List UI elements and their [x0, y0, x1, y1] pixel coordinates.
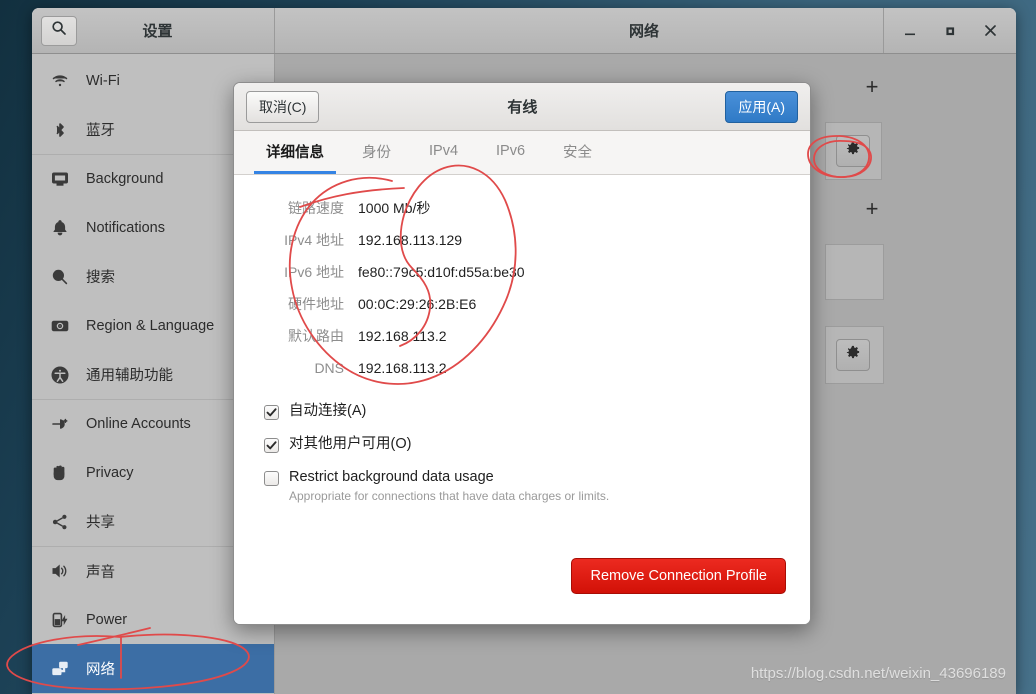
titlebar: 设置 网络 — [32, 8, 1016, 54]
close-icon — [983, 23, 998, 38]
detail-value: 192.168.113.129 — [358, 232, 463, 248]
maximize-icon — [943, 24, 957, 38]
titlebar-left: 设置 — [32, 8, 275, 53]
share-icon — [50, 512, 70, 532]
online-accounts-icon — [50, 414, 70, 434]
battery-icon — [50, 610, 70, 630]
titlebar-right: 网络 — [275, 8, 1016, 53]
add-connection-row-2: + — [859, 196, 885, 222]
search-icon — [51, 20, 67, 41]
sidebar-item-label: Background — [86, 171, 164, 187]
auto-connect-label: 自动连接(A) — [289, 403, 367, 419]
detail-label: 默认路由 — [288, 328, 344, 344]
gear-icon — [845, 141, 861, 162]
tab-details[interactable]: 详细信息 — [254, 131, 336, 174]
available-to-others-label: 对其他用户可用(O) — [289, 436, 412, 452]
network-icon — [50, 659, 70, 679]
sidebar-item-label: 网络 — [86, 662, 115, 678]
detail-label: IPv4 地址 — [284, 232, 344, 248]
search-button[interactable] — [41, 15, 77, 46]
accessibility-icon — [50, 365, 70, 385]
sidebar-item-label: Online Accounts — [86, 416, 191, 432]
sidebar-item-label: Wi-Fi — [86, 72, 120, 89]
search-icon — [50, 267, 70, 287]
detail-label: DNS — [314, 360, 344, 376]
gear-icon — [845, 345, 861, 366]
auto-connect-checkbox[interactable] — [264, 405, 279, 420]
sidebar-item-label: Privacy — [86, 464, 134, 481]
sidebar-item-label: Power — [86, 611, 128, 628]
detail-value: 00:0C:29:26:2B:E6 — [358, 296, 477, 312]
monitor-icon — [50, 169, 70, 189]
connection-details: 链路速度 1000 Mb/秒 IPv4 地址 192.168.113.129 I… — [264, 197, 780, 379]
detail-value: fe80::79c5:d10f:d55a:be30 — [358, 264, 525, 280]
detail-value: 192.168.113.2 — [358, 328, 447, 344]
auto-connect-row[interactable]: 自动连接(A) — [264, 403, 780, 420]
restrict-background-text: Restrict background data usage Appropria… — [289, 469, 609, 503]
sidebar-item-label: Region & Language — [86, 317, 215, 334]
tab-identity[interactable]: 身份 — [350, 131, 403, 174]
add-button[interactable]: + — [859, 74, 885, 100]
region-icon — [50, 316, 70, 336]
sidebar-item-label: 蓝牙 — [86, 123, 115, 139]
connection-settings-button[interactable] — [836, 339, 870, 371]
available-to-others-checkbox[interactable] — [264, 438, 279, 453]
hand-icon — [50, 463, 70, 483]
connection-options: 自动连接(A) 对其他用户可用(O) Restrict background d… — [264, 403, 780, 503]
bluetooth-icon — [50, 120, 70, 140]
watermark: https://blog.csdn.net/weixin_43696189 — [750, 665, 1006, 682]
connection-card-1 — [825, 122, 882, 180]
restrict-background-description: Appropriate for connections that have da… — [289, 489, 610, 503]
close-button[interactable] — [970, 9, 1010, 53]
bell-icon — [50, 218, 70, 238]
cancel-button[interactable]: 取消(C) — [246, 90, 320, 123]
detail-label: IPv6 地址 — [284, 264, 344, 280]
dialog-tabs: 详细信息 身份 IPv4 IPv6 安全 — [234, 131, 810, 175]
minimize-button[interactable] — [890, 9, 930, 53]
connection-card-3 — [825, 326, 884, 384]
wifi-icon — [50, 71, 70, 91]
add-connection-row-1: + — [859, 74, 885, 100]
tab-security[interactable]: 安全 — [551, 131, 604, 174]
sidebar-item-label: 共享 — [86, 515, 115, 531]
tab-ipv6[interactable]: IPv6 — [484, 131, 537, 174]
restrict-background-checkbox[interactable] — [264, 471, 279, 486]
restrict-background-label: Restrict background data usage — [289, 469, 494, 485]
sidebar-item-label: 通用辅助功能 — [86, 368, 173, 384]
settings-window-title: 设置 — [142, 23, 173, 40]
detail-label: 硬件地址 — [288, 296, 344, 312]
remove-connection-profile-button[interactable]: Remove Connection Profile — [571, 558, 786, 594]
minimize-icon — [903, 24, 917, 38]
sound-icon — [50, 561, 70, 581]
sidebar-item-label: 声音 — [86, 564, 115, 581]
sidebar-item-label: 搜索 — [86, 270, 115, 286]
connection-settings-button[interactable] — [836, 135, 870, 167]
detail-value: 192.168.113.2 — [358, 360, 447, 376]
restrict-background-row[interactable]: Restrict background data usage Appropria… — [264, 469, 780, 503]
maximize-button[interactable] — [930, 9, 970, 53]
tab-ipv4[interactable]: IPv4 — [417, 131, 470, 174]
dialog-header: 取消(C) 有线 应用(A) — [234, 83, 810, 131]
page-title: 网络 — [628, 23, 659, 40]
dialog-body: 链路速度 1000 Mb/秒 IPv4 地址 192.168.113.129 I… — [234, 175, 810, 624]
window-controls — [883, 8, 1016, 53]
available-to-others-row[interactable]: 对其他用户可用(O) — [264, 436, 780, 453]
add-button[interactable]: + — [859, 196, 885, 222]
connection-card-2 — [825, 244, 884, 300]
sidebar-item-label: Notifications — [86, 219, 165, 236]
apply-button[interactable]: 应用(A) — [725, 90, 798, 123]
wired-connection-dialog: 取消(C) 有线 应用(A) 详细信息 身份 IPv4 IPv6 安全 链路速度… — [233, 82, 811, 625]
sidebar-item-network[interactable]: 网络 — [32, 644, 274, 693]
dialog-title: 有线 — [507, 99, 538, 116]
detail-value: 1000 Mb/秒 — [358, 200, 431, 216]
detail-label: 链路速度 — [288, 200, 344, 216]
